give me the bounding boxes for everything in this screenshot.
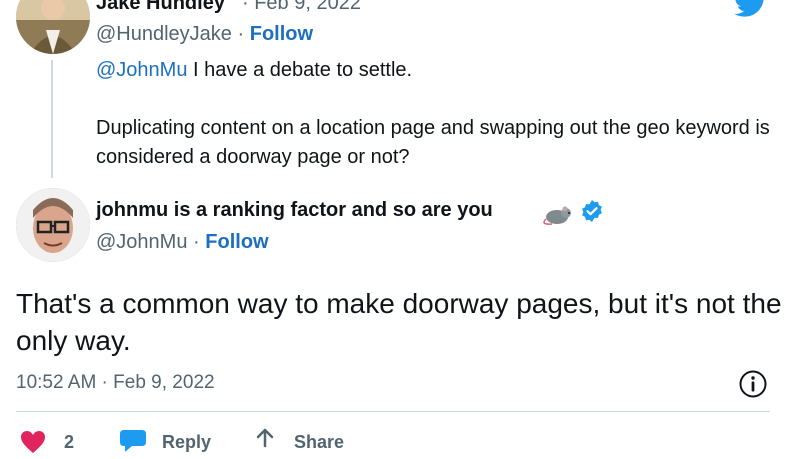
share-icon[interactable] xyxy=(254,428,276,454)
reply-author-name[interactable]: johnmu is a ranking factor and so are yo… xyxy=(96,199,493,222)
separator-dot: · xyxy=(237,23,245,45)
verified-badge-icon[interactable] xyxy=(580,199,604,223)
reply-icon[interactable] xyxy=(118,428,148,454)
twitter-bird-icon[interactable] xyxy=(734,0,768,18)
parent-author-name[interactable]: Jake Hundley xyxy=(96,0,225,15)
parent-author-handle[interactable]: @HundleyJake xyxy=(96,23,232,45)
parent-author-handle-row: @HundleyJake · Follow xyxy=(96,23,313,46)
parent-tweet-date[interactable]: · Feb 9, 2022 xyxy=(242,0,361,15)
parent-tweet-body: I have a debate to settle. Duplicating c… xyxy=(96,59,770,168)
mention-link[interactable]: @JohnMu xyxy=(96,59,187,81)
avatar-johnmu[interactable] xyxy=(16,188,90,262)
parent-tweet-text: @JohnMu I have a debate to settle. Dupli… xyxy=(96,56,786,172)
info-icon[interactable] xyxy=(738,369,768,399)
heart-icon[interactable] xyxy=(20,430,46,454)
tweet-timestamp[interactable]: 10:52 AM · Feb 9, 2022 xyxy=(16,372,215,394)
reply-tweet-text: That's a common way to make doorway page… xyxy=(16,288,782,356)
divider xyxy=(16,411,770,412)
share-button[interactable]: Share xyxy=(294,432,344,453)
avatar-jake-image xyxy=(16,0,90,54)
like-count[interactable]: 2 xyxy=(64,432,74,453)
reply-author-handle[interactable]: @JohnMu xyxy=(96,231,187,253)
reply-button[interactable]: Reply xyxy=(162,432,211,453)
rat-emoji-icon xyxy=(542,203,574,227)
avatar-johnmu-image xyxy=(16,188,90,262)
reply-author-handle-row: @JohnMu · Follow xyxy=(96,231,269,254)
thread-connector-line xyxy=(51,60,53,178)
avatar-jake[interactable] xyxy=(16,0,90,54)
follow-jake-button[interactable]: Follow xyxy=(250,23,313,45)
separator-dot: · xyxy=(193,231,200,253)
follow-johnmu-button[interactable]: Follow xyxy=(205,231,268,253)
